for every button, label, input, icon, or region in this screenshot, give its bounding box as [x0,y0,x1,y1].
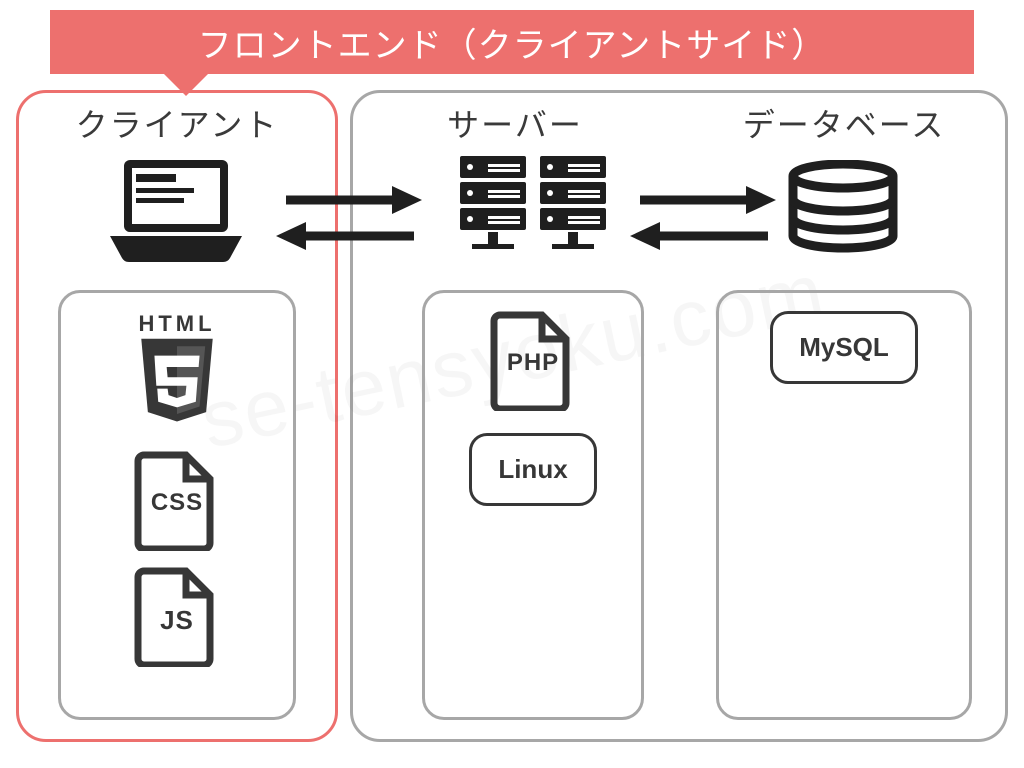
php-file-item: PHP [488,311,578,439]
client-server-arrows-icon [274,178,414,248]
database-tech-box: MySQL [716,290,972,720]
html5-shield-icon [135,335,219,429]
js-label: JS [160,605,194,636]
html5-badge: HTML [135,311,219,429]
css-file-item: CSS [132,451,222,579]
mysql-chip: MySQL [770,311,918,384]
frontend-banner-label: フロントエンド（クライアントサイド） [198,18,827,67]
linux-label: Linux [498,454,567,484]
server-tech-box: PHP Linux [422,290,644,720]
server-database-arrows-icon [628,178,768,248]
laptop-icon [106,156,246,266]
client-tech-box: HTML CSS JS [58,290,296,720]
php-label: PHP [507,349,559,377]
mysql-label: MySQL [799,332,889,362]
js-file-item: JS [132,567,222,698]
css-label: CSS [151,489,203,517]
diagram-canvas: フロントエンド（クライアントサイド） クライアント サーバー データベース se… [16,10,1008,758]
linux-chip: Linux [469,433,596,506]
database-icon [784,160,902,264]
html-label: HTML [138,311,215,337]
frontend-banner: フロントエンド（クライアントサイド） [50,10,974,74]
server-rack-icon [458,156,608,266]
